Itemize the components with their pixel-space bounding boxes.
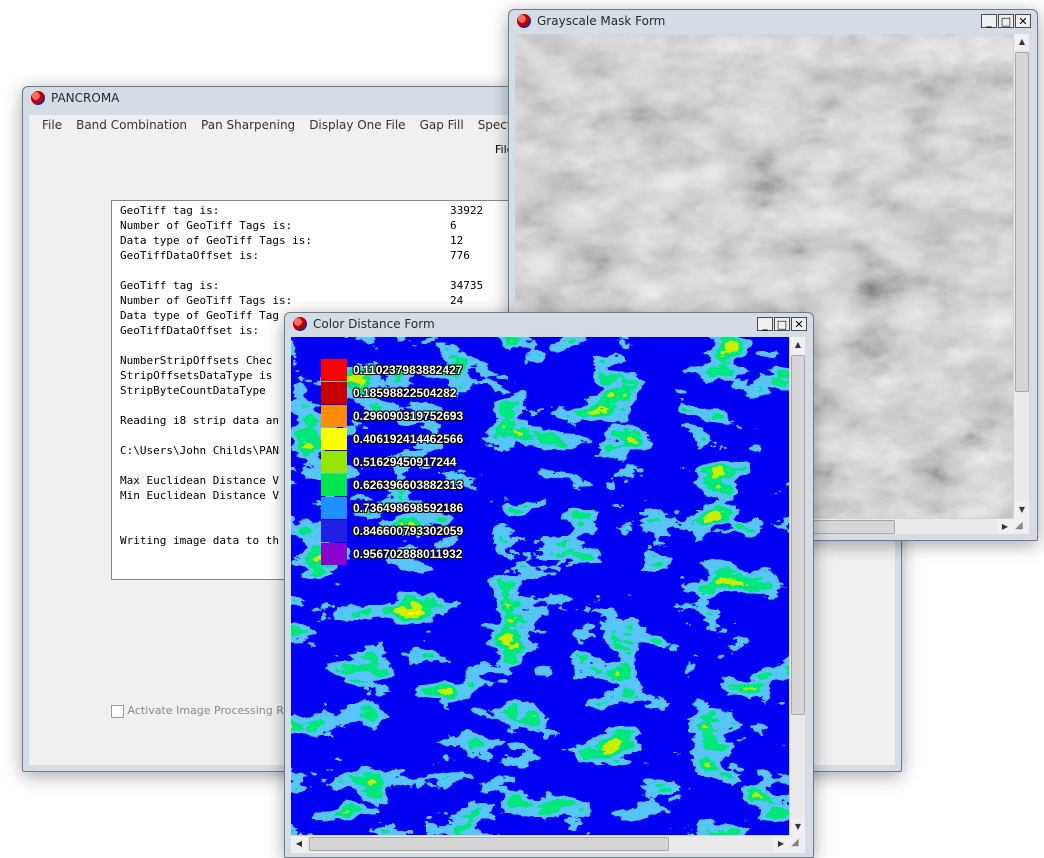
- scroll-right-button[interactable]: ▶: [997, 519, 1013, 534]
- legend-swatch: [321, 428, 347, 450]
- legend-entry: 0.296090319752693: [321, 405, 463, 427]
- legend-label: 0.846600793302059: [353, 524, 464, 538]
- legend-label: 0.110237983882427: [353, 363, 463, 377]
- legend-label: 0.406192414462566: [353, 432, 464, 446]
- scroll-thumb[interactable]: [1015, 52, 1029, 392]
- menu-item-band-combination[interactable]: Band Combination: [69, 118, 194, 132]
- legend-entry: 0.110237983882427: [321, 359, 462, 381]
- minimize-button[interactable]: _: [981, 14, 997, 28]
- legend-swatch: [321, 520, 347, 542]
- log-line-value: 33922: [450, 204, 484, 217]
- legend-label: 0.736498698592186: [353, 501, 464, 515]
- close-button[interactable]: ✕: [791, 317, 807, 331]
- grayscale-vertical-scrollbar[interactable]: ▲ ▼: [1013, 34, 1029, 518]
- menu-item-pan-sharpening[interactable]: Pan Sharpening: [194, 118, 302, 132]
- color-legend: 0.110237983882427 0.18598822504282 0.29609…: [321, 359, 521, 569]
- resize-grip-icon[interactable]: ◢: [1015, 520, 1027, 532]
- activate-processing-label: Activate Image Processing Routi: [127, 704, 305, 717]
- legend-label: 0.956702888011932: [353, 547, 463, 561]
- legend-entry: 0.51629450917244: [321, 451, 456, 473]
- log-line: [120, 263, 530, 278]
- menu-item-gap-fill[interactable]: Gap Fill: [413, 118, 471, 132]
- legend-label: 0.18598822504282: [353, 386, 457, 400]
- log-line: GeoTiffDataOffset is: 776: [120, 248, 530, 263]
- activate-processing-option[interactable]: Activate Image Processing Routi: [111, 704, 304, 718]
- log-line-text: Number of GeoTiff Tags is:: [120, 219, 293, 232]
- legend-entry: 0.18598822504282: [321, 382, 456, 404]
- log-line-text: GeoTiff tag is:: [120, 204, 220, 217]
- log-line-value: 34735: [450, 279, 484, 292]
- menu-item-file[interactable]: File: [35, 118, 69, 132]
- scroll-thumb[interactable]: [309, 837, 669, 851]
- legend-label: 0.51629450917244: [353, 455, 457, 469]
- log-line-value: 12: [450, 234, 464, 247]
- log-line-text: Data type of GeoTiff Tags is:: [120, 234, 313, 247]
- legend-swatch: [321, 382, 347, 404]
- color-distance-titlebar[interactable]: Color Distance Form _ □ ✕: [285, 313, 813, 335]
- app-icon: [31, 91, 45, 105]
- legend-label: 0.296090319752693: [353, 409, 464, 423]
- legend-entry: 0.956702888011932: [321, 543, 462, 565]
- scroll-up-button[interactable]: ▲: [1014, 34, 1029, 50]
- scroll-right-button[interactable]: ▶: [773, 836, 789, 852]
- legend-swatch: [321, 359, 347, 381]
- log-line-text: GeoTiffDataOffset is:: [120, 249, 260, 262]
- activate-processing-checkbox[interactable]: [111, 704, 124, 718]
- log-line: Number of GeoTiff Tags is: 6: [120, 218, 530, 233]
- legend-swatch: [321, 451, 347, 473]
- scroll-thumb[interactable]: [791, 355, 805, 715]
- log-line-value: 6: [450, 219, 457, 232]
- color-distance-horizontal-scrollbar[interactable]: ◀ ▶: [291, 835, 789, 852]
- legend-entry: 0.626396603882313: [321, 474, 463, 496]
- legend-entry: 0.406192414462566: [321, 428, 463, 450]
- scroll-up-button[interactable]: ▲: [790, 337, 805, 353]
- color-distance-vertical-scrollbar[interactable]: ▲ ▼: [789, 337, 805, 835]
- legend-label: 0.626396603882313: [353, 478, 464, 492]
- log-line-value: 776: [450, 249, 470, 262]
- minimize-button[interactable]: _: [757, 317, 773, 331]
- legend-swatch: [321, 474, 347, 496]
- log-line-text: Number of GeoTiff Tags is:: [120, 294, 293, 307]
- log-line-text: [120, 263, 450, 278]
- window-title: PANCROMA: [51, 91, 120, 105]
- scroll-left-button[interactable]: ◀: [291, 836, 307, 852]
- scroll-down-button[interactable]: ▼: [790, 819, 805, 835]
- log-line: GeoTiff tag is: 33922: [120, 203, 530, 218]
- legend-entry: 0.846600793302059: [321, 520, 463, 542]
- window-title: Color Distance Form: [313, 317, 435, 331]
- legend-entry: 0.736498698592186: [321, 497, 463, 519]
- legend-swatch: [321, 543, 347, 565]
- app-icon: [293, 317, 307, 331]
- maximize-button[interactable]: □: [774, 317, 790, 331]
- resize-grip-icon[interactable]: ◢: [791, 837, 803, 849]
- log-line: Data type of GeoTiff Tags is: 12: [120, 233, 530, 248]
- log-line-text: GeoTiff tag is:: [120, 279, 220, 292]
- menu-item-display-one-file[interactable]: Display One File: [302, 118, 412, 132]
- app-icon: [517, 14, 531, 28]
- close-button[interactable]: ✕: [1015, 14, 1031, 28]
- grayscale-titlebar[interactable]: Grayscale Mask Form _ □ ✕: [509, 10, 1037, 32]
- color-distance-window: Color Distance Form _ □ ✕ 0.110237983882…: [284, 312, 814, 858]
- log-line: GeoTiff tag is: 34735: [120, 278, 530, 293]
- legend-swatch: [321, 405, 347, 427]
- log-line-value: 24: [450, 294, 464, 307]
- window-title: Grayscale Mask Form: [537, 14, 666, 28]
- color-distance-client: 0.110237983882427 0.18598822504282 0.29609…: [291, 337, 805, 853]
- log-line: Number of GeoTiff Tags is: 24: [120, 293, 530, 308]
- maximize-button[interactable]: □: [998, 14, 1014, 28]
- scroll-down-button[interactable]: ▼: [1014, 502, 1029, 518]
- legend-swatch: [321, 497, 347, 519]
